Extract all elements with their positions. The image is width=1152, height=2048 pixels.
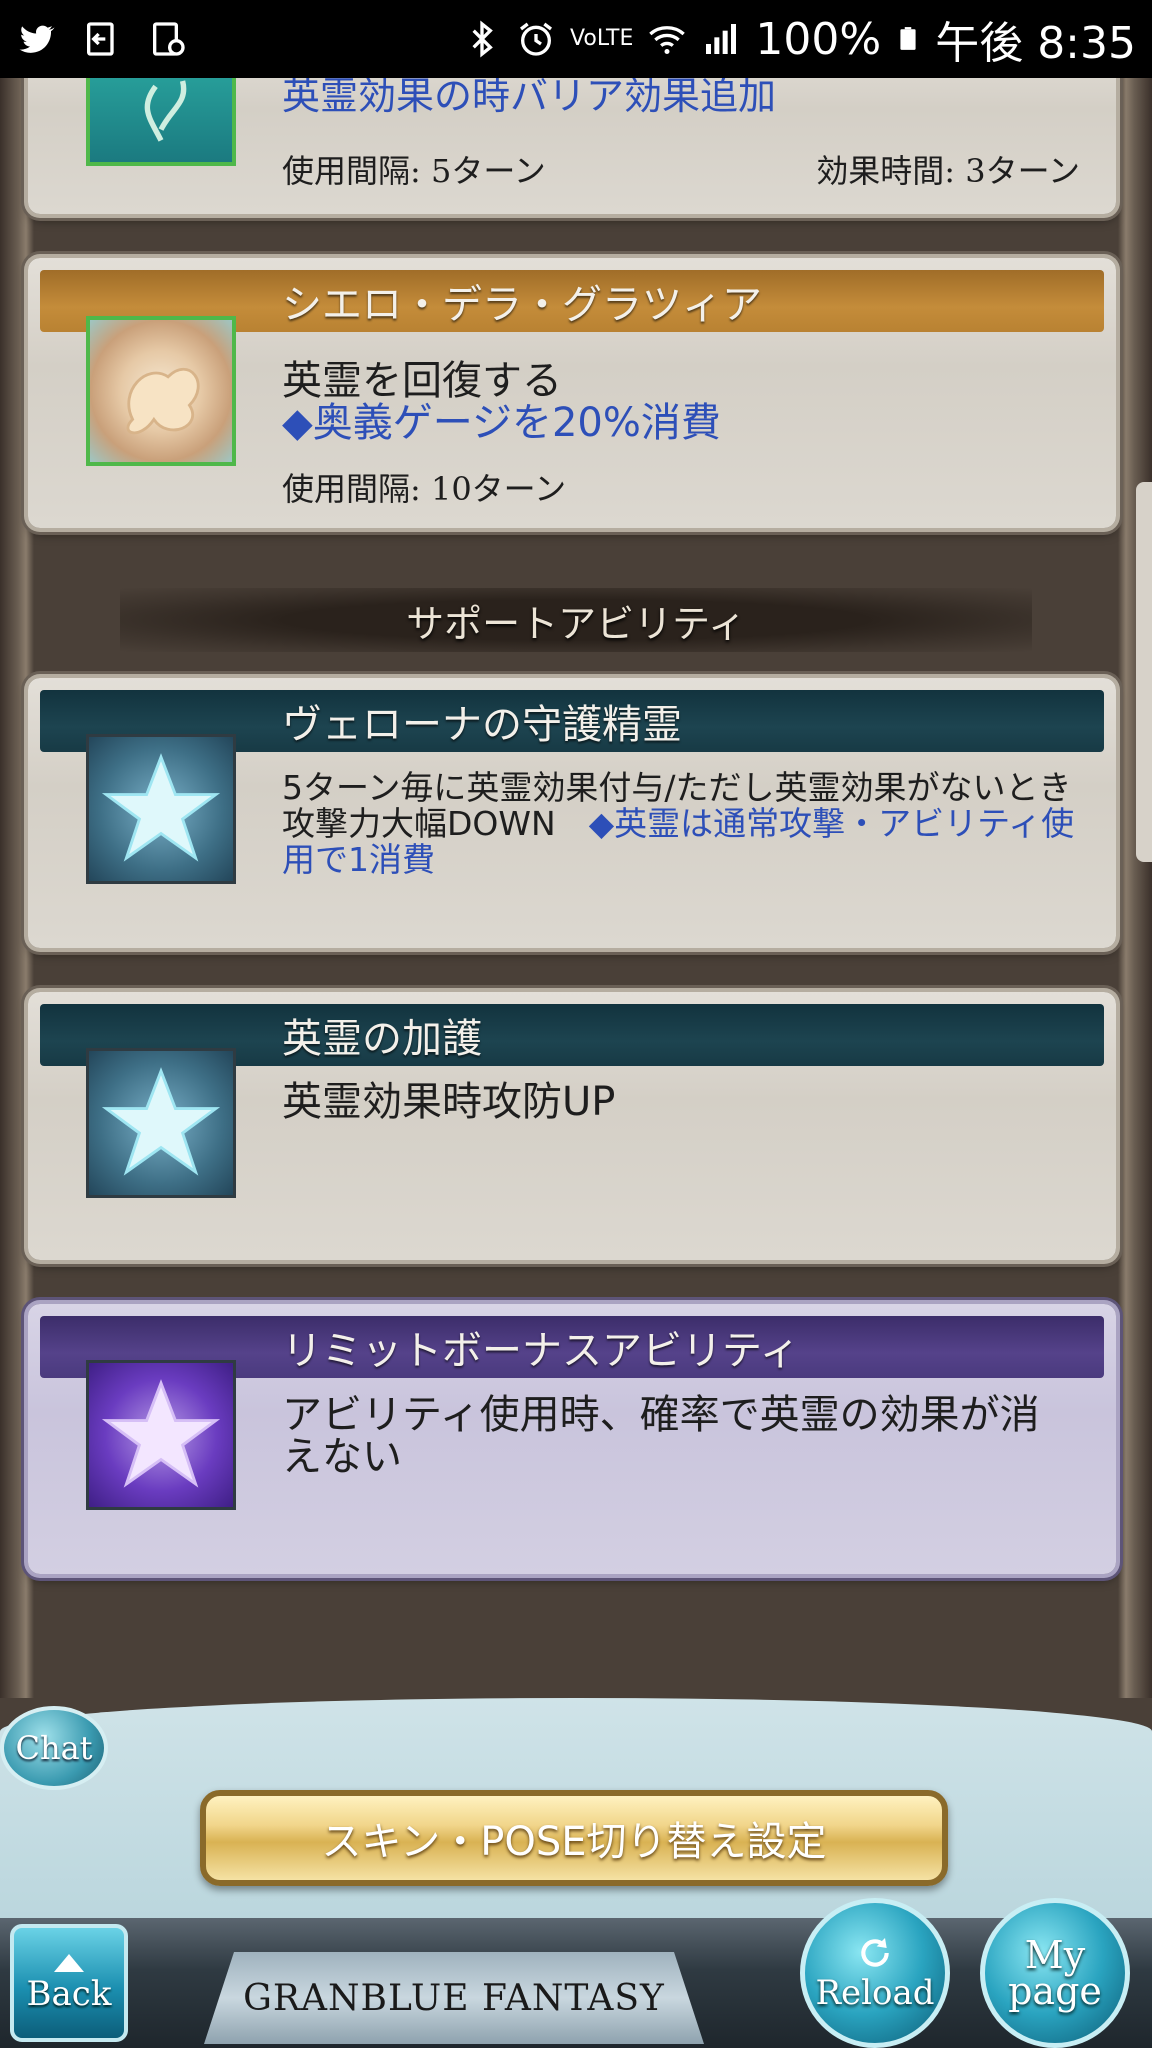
ability-description: 英霊効果の時バリア効果追加: [282, 78, 1076, 116]
back-label: Back: [26, 1974, 112, 2014]
ability-title: リミットボーナスアビリティ: [282, 1328, 800, 1374]
back-button[interactable]: Back: [10, 1924, 128, 2042]
ability-description: アビリティ使用時、確率で英霊の効果が消えない: [282, 1392, 1040, 1480]
reload-label: Reload: [815, 1973, 935, 2013]
support-ability-card-guardian: 英霊の加護 英霊効果時攻防UP: [28, 992, 1116, 1260]
leaf-icon: [144, 80, 187, 142]
limit-bonus-ability-card: リミットボーナスアビリティ アビリティ使用時、確率で英霊の効果が消えない: [28, 1304, 1116, 1574]
ability-duration: 効果時間: 3ターン: [816, 152, 1080, 190]
star-icon: [86, 1048, 236, 1198]
support-ability-card-verona: ヴェローナの守護精霊 5ターン毎に英霊効果付与/ただし英霊効果がないとき攻撃力大…: [28, 678, 1116, 948]
logo-text: GRANBLUE FANTASY: [243, 1977, 665, 2019]
scrollbar[interactable]: [1136, 482, 1152, 862]
reload-button[interactable]: Reload: [800, 1898, 950, 2048]
volte-icon: VoLTE: [570, 26, 634, 51]
ability-list-panel[interactable]: 英霊効果の時バリア効果追加 使用間隔: 5ターン 効果時間: 3ターン シエロ・…: [0, 78, 1152, 1698]
star-icon: [86, 1360, 236, 1510]
support-ability-heading: サポートアビリティ: [120, 588, 1032, 652]
ability-card-barrier: 英霊効果の時バリア効果追加 使用間隔: 5ターン 効果時間: 3ターン: [28, 78, 1116, 214]
reload-icon: [861, 1938, 889, 1967]
ability-card-cielo: シエロ・デラ・グラツィア 英霊を回復する ◆奥義ゲージを20%消費 使用間隔: …: [28, 258, 1116, 528]
ability-title: ヴェローナの守護精霊: [282, 702, 682, 748]
sign-in-icon: [87, 22, 114, 56]
ability-description-blue: 英霊効果の時バリア効果追加: [282, 78, 777, 118]
twitter-icon: [19, 25, 55, 53]
ability-description-blue: ◆奥義ゲージを20%消費: [282, 400, 721, 446]
clock: 午後 8:35: [935, 18, 1136, 69]
alarm-icon: [520, 22, 553, 56]
skin-button-label: スキン・POSE切り替え設定: [321, 1819, 827, 1865]
ability-title: シエロ・デラ・グラツィア: [282, 282, 762, 328]
ability-description: 英霊効果時攻防UP: [282, 1079, 616, 1125]
star-icon: [86, 734, 236, 884]
battery-percent: 100%: [755, 13, 882, 65]
signal-icon: [706, 24, 737, 54]
ability-description: 英霊を回復する ◆奥義ゲージを20%消費: [282, 360, 1076, 444]
status-bar-right: VoLTE 100% 午後 8:35: [462, 7, 1152, 71]
section-title: サポートアビリティ: [406, 601, 746, 646]
ability-description: 5ターン毎に英霊効果付与/ただし英霊効果がないとき攻撃力大幅DOWN ◆英霊は通…: [282, 770, 1076, 878]
battery-icon: [900, 27, 916, 50]
status-bar-left: [0, 19, 188, 59]
bluetooth-icon: [472, 20, 493, 58]
back-arrow-icon: [54, 1954, 84, 1972]
screenshot-icon: [153, 22, 185, 56]
ability-title: 英霊の加護: [282, 1016, 482, 1062]
wifi-icon: [649, 26, 686, 54]
status-bar: VoLTE 100% 午後 8:35: [0, 0, 1152, 78]
mypage-label-line1: My: [1024, 1933, 1086, 1977]
mypage-button[interactable]: My page: [980, 1898, 1130, 2048]
ability-cooldown: 使用間隔: 10ターン: [282, 470, 567, 508]
skin-pose-toggle-button[interactable]: スキン・POSE切り替え設定: [200, 1790, 948, 1886]
chat-button[interactable]: Chat: [0, 1706, 108, 1790]
ability-description-main: 英霊を回復する: [282, 358, 562, 404]
chat-label: Chat: [15, 1729, 93, 1767]
mypage-label-line2: page: [1008, 1969, 1102, 2013]
heal-icon: [86, 316, 236, 466]
granblue-fantasy-logo: GRANBLUE FANTASY: [204, 1952, 704, 2044]
ability-icon-barrier: [86, 78, 236, 166]
ability-cooldown: 使用間隔: 5ターン: [282, 152, 546, 190]
